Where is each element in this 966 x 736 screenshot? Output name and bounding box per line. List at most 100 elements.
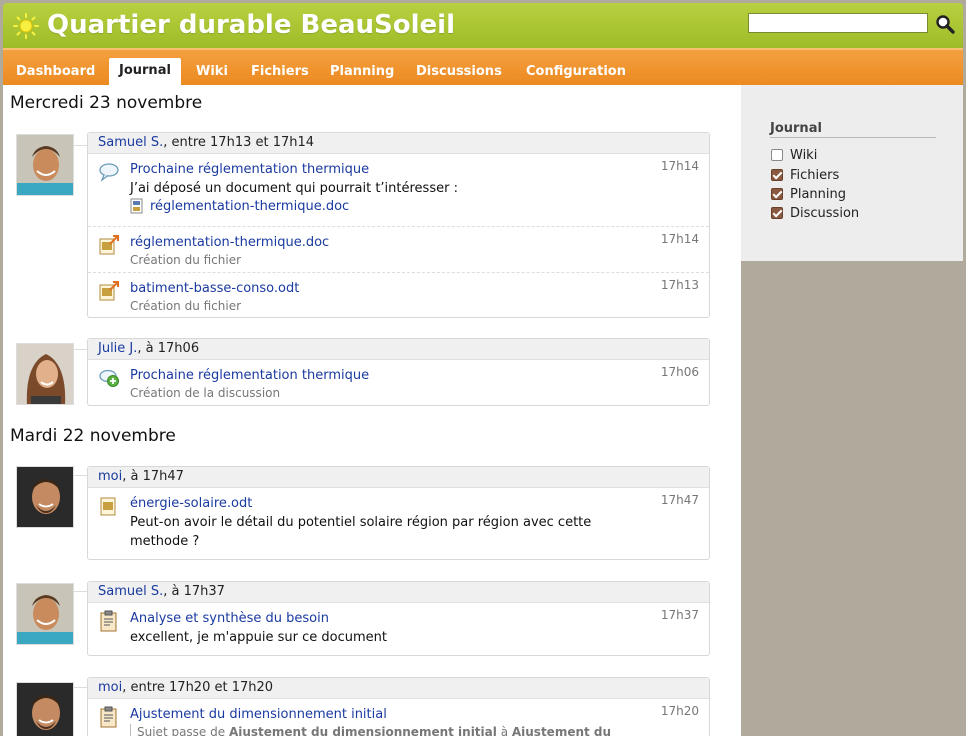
activity-header: Julie J., à 17h06 — [88, 339, 709, 360]
journal-filter-panel: Journal Wiki Fichiers Planning Discussio… — [741, 85, 963, 261]
entry-body: J’ai déposé un document qui pourrait t’i… — [130, 181, 458, 196]
entry-time: 17h14 — [660, 232, 699, 246]
activity-header: Samuel S., entre 17h13 et 17h14 — [88, 133, 709, 154]
entry-time: 17h47 — [660, 493, 699, 507]
entry-time: 17h20 — [660, 704, 699, 718]
tab-configuration[interactable]: Configuration — [516, 59, 636, 87]
list-item: Prochaine réglementation thermique 17h14… — [88, 154, 709, 226]
entry-subtitle: Sujet passe de Ajustement du dimensionne… — [130, 724, 699, 736]
list-item: Analyse et synthèse du besoin 17h37 exce… — [88, 603, 709, 655]
entry-subtitle: Création de la discussion — [130, 386, 281, 400]
divider — [74, 349, 87, 350]
journal-feed: Mercredi 23 novembre Samuel S., entre 17… — [3, 85, 741, 736]
clipboard-icon — [100, 610, 117, 632]
activity-card: moi, entre 17h20 et 17h20 Ajustement du … — [87, 677, 710, 736]
author-link[interactable]: moi — [98, 469, 122, 484]
list-item: réglementation-thermique.doc 17h14 Créat… — [88, 226, 709, 272]
clipboard-icon — [100, 706, 117, 728]
discussion-icon — [99, 163, 119, 182]
author-link[interactable]: moi — [98, 680, 122, 695]
avatar[interactable] — [16, 682, 74, 736]
author-link[interactable]: Samuel S. — [98, 584, 163, 599]
divider — [74, 591, 87, 592]
filter-discussion[interactable]: Discussion — [771, 204, 859, 222]
tab-dashboard[interactable]: Dashboard — [6, 59, 105, 87]
app-header: Quartier durable BeauSoleil — [3, 3, 963, 48]
filter-discussion-checkbox[interactable] — [771, 207, 783, 219]
entry-time: 17h06 — [660, 365, 699, 379]
tab-planning[interactable]: Planning — [320, 59, 404, 87]
filter-label: Discussion — [790, 205, 860, 221]
avatar[interactable] — [16, 343, 74, 405]
day-heading: Mercredi 23 novembre — [10, 93, 203, 113]
activity-time-range: , à 17h06 — [137, 341, 200, 356]
list-item: batiment-basse-conso.odt 17h13 Création … — [88, 272, 709, 318]
avatar[interactable] — [16, 134, 74, 196]
search-icon[interactable] — [935, 14, 955, 34]
filter-fichiers[interactable]: Fichiers — [771, 166, 839, 184]
activity-time-range: , entre 17h20 et 17h20 — [122, 680, 274, 695]
app-window: Quartier durable BeauSoleil Dashboard Jo… — [0, 0, 966, 736]
filter-wiki-checkbox[interactable] — [771, 149, 783, 161]
entry-title-link[interactable]: batiment-basse-conso.odt — [130, 280, 699, 298]
entry-body: methode ? — [130, 534, 200, 549]
attachment-link[interactable]: réglementation-thermique.doc — [150, 199, 349, 214]
activity-card: Julie J., à 17h06 Prochaine réglementati… — [87, 338, 710, 406]
tab-wiki[interactable]: Wiki — [186, 59, 238, 87]
entry-time: 17h13 — [660, 278, 699, 292]
entry-body: excellent, je m'appuie sur ce document — [130, 630, 387, 645]
app-title: Quartier durable BeauSoleil — [47, 10, 455, 40]
entry-body: Peut-on avoir le détail du potentiel sol… — [130, 515, 592, 530]
divider — [74, 145, 87, 146]
activity-header: Samuel S., à 17h37 — [88, 582, 709, 603]
day-heading: Mardi 22 novembre — [10, 426, 176, 446]
activity-card: Samuel S., entre 17h13 et 17h14 Prochain… — [87, 132, 710, 318]
filter-planning-checkbox[interactable] — [771, 188, 783, 200]
filter-label: Wiki — [790, 147, 818, 163]
list-item: énergie-solaire.odt 17h47 Peut-on avoir … — [88, 488, 709, 560]
tab-fichiers[interactable]: Fichiers — [241, 59, 319, 87]
entry-time: 17h37 — [660, 608, 699, 622]
entry-title-link[interactable]: Prochaine réglementation thermique — [130, 161, 699, 179]
activity-card: Samuel S., à 17h37 Analyse et synthèse d… — [87, 581, 710, 656]
file-comment-icon — [100, 497, 116, 516]
filter-fichiers-checkbox[interactable] — [771, 169, 783, 181]
activity-time-range: , à 17h37 — [163, 584, 225, 599]
list-item: Prochaine réglementation thermique 17h06… — [88, 360, 709, 406]
entry-subtitle: Création du fichier — [130, 253, 242, 267]
subtitle-text: Sujet passe de — [137, 725, 229, 736]
filter-wiki[interactable]: Wiki — [771, 146, 817, 164]
entry-title-link[interactable]: Analyse et synthèse du besoin — [130, 610, 699, 628]
activity-header: moi, entre 17h20 et 17h20 — [88, 678, 709, 699]
subtitle-new-value: Ajustement du — [511, 725, 612, 736]
tab-journal[interactable]: Journal — [109, 58, 181, 87]
tab-discussions[interactable]: Discussions — [406, 59, 512, 87]
subtitle-old-value: Ajustement du dimensionnement initial — [228, 725, 497, 736]
new-discussion-icon — [99, 369, 119, 387]
document-icon — [130, 198, 143, 214]
main-nav: Dashboard Journal Wiki Fichiers Planning… — [3, 48, 963, 87]
search-input[interactable] — [748, 13, 928, 33]
sun-logo-icon — [13, 13, 39, 39]
avatar[interactable] — [16, 583, 74, 645]
activity-header: moi, à 17h47 — [88, 467, 709, 488]
author-link[interactable]: Samuel S. — [98, 135, 163, 150]
attachment[interactable]: réglementation-thermique.doc — [130, 198, 699, 214]
entry-title-link[interactable]: Prochaine réglementation thermique — [130, 367, 699, 385]
avatar[interactable] — [16, 466, 74, 528]
filter-planning[interactable]: Planning — [771, 185, 846, 203]
activity-time-range: , à 17h47 — [122, 469, 184, 484]
filter-panel-title: Journal — [770, 121, 936, 138]
activity-card: moi, à 17h47 énergie-solaire.odt 17h47 P… — [87, 466, 710, 560]
file-created-icon — [99, 235, 119, 255]
entry-title-link[interactable]: Ajustement du dimensionnement initial — [130, 706, 699, 724]
author-link[interactable]: Julie J. — [98, 341, 137, 356]
entry-title-link[interactable]: réglementation-thermique.doc — [130, 234, 699, 252]
entry-time: 17h14 — [660, 159, 699, 173]
filter-label: Planning — [790, 186, 846, 202]
subtitle-text: à — [496, 725, 512, 736]
activity-time-range: , entre 17h13 et 17h14 — [163, 135, 315, 150]
file-created-icon — [99, 281, 119, 301]
entry-title-link[interactable]: énergie-solaire.odt — [130, 495, 699, 513]
divider — [74, 687, 87, 688]
